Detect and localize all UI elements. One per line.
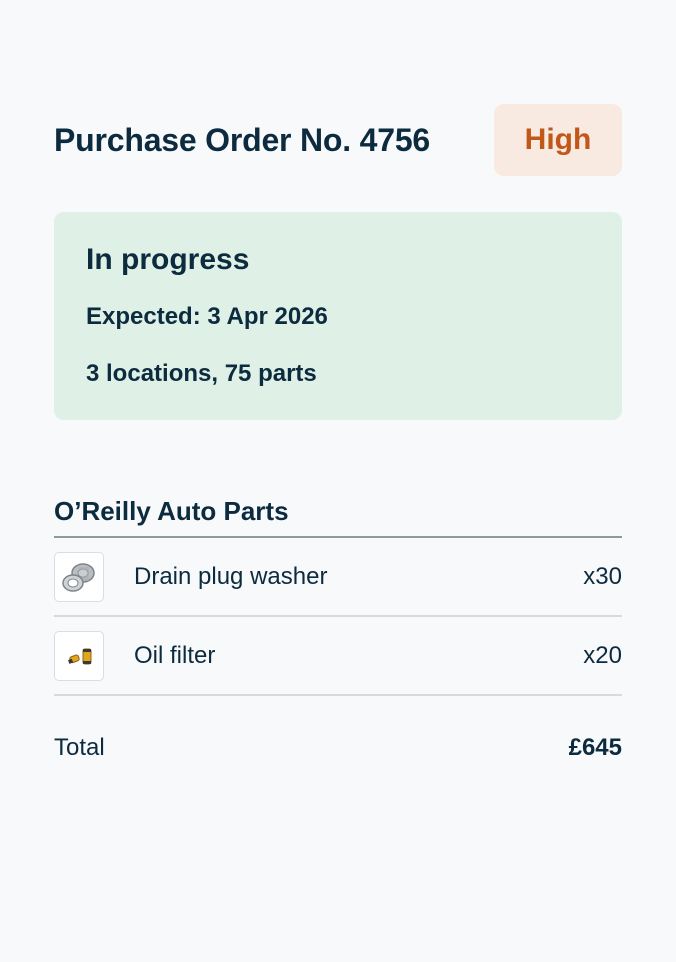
priority-badge: High	[494, 104, 622, 176]
order-title: Purchase Order No. 4756	[54, 121, 431, 158]
list-item[interactable]: Oil filter x20	[54, 617, 622, 696]
order-header: Purchase Order No. 4756 High	[54, 104, 622, 176]
order-total: Total £645	[54, 734, 622, 762]
status-title: In progress	[86, 243, 250, 276]
order-summary: 3 locations, 75 parts	[86, 360, 317, 387]
purchase-order-card: Purchase Order No. 4756 High In progress…	[54, 104, 622, 762]
supplier-name: O’Reilly Auto Parts	[54, 496, 622, 538]
list-item[interactable]: Drain plug washer x30	[54, 538, 622, 617]
washer-icon	[54, 551, 104, 602]
item-name: Oil filter	[134, 641, 216, 669]
expected-date: Expected: 3 Apr 2026	[86, 303, 328, 330]
oil-filter-icon	[54, 630, 104, 681]
status-panel: In progress Expected: 3 Apr 2026 3 locat…	[54, 212, 622, 420]
total-label: Total	[54, 734, 105, 761]
item-quantity: x20	[583, 641, 622, 669]
item-name: Drain plug washer	[134, 562, 328, 590]
total-value: £645	[568, 734, 622, 761]
item-quantity: x30	[583, 562, 622, 590]
